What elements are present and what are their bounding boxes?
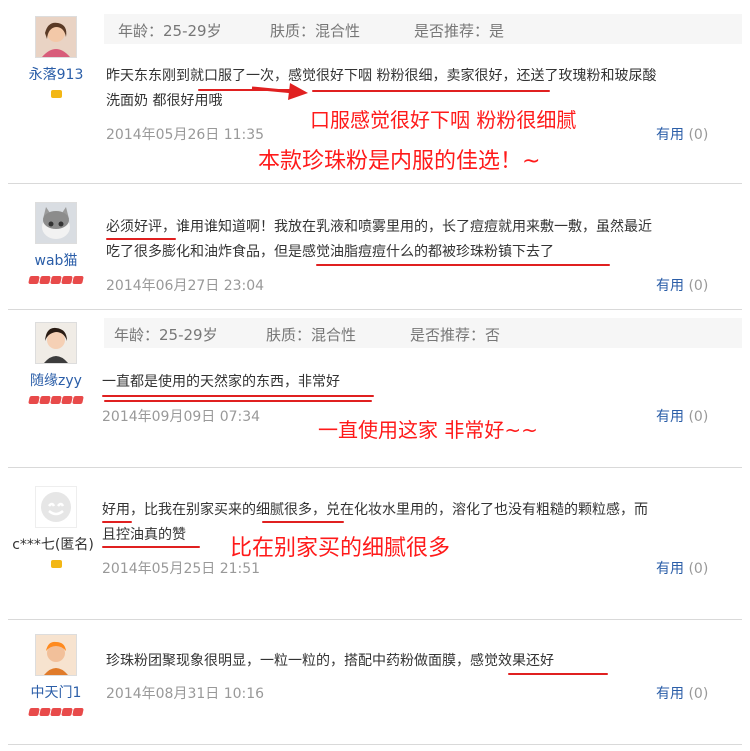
useful-label[interactable]: 有用 — [656, 409, 684, 425]
review-item: 年龄：25-29岁 肤质：混合性 是否推荐：否 随缘zyy 一直都是使用的天然家… — [0, 310, 750, 468]
useful-count: (0) — [688, 409, 709, 425]
username[interactable]: 随缘zyy — [8, 370, 104, 390]
useful-button[interactable]: 有用 (0) — [656, 275, 708, 295]
username[interactable]: c***七(匿名) — [2, 534, 104, 554]
useful-button[interactable]: 有用 (0) — [656, 124, 708, 144]
reviewer: 随缘zyy — [8, 322, 104, 404]
meta-recommend: 是否推荐：否 — [410, 326, 501, 344]
useful-count: (0) — [688, 278, 709, 294]
review-item: 中天门1 珍珠粉团聚现象很明显，一粒一粒的，搭配中药粉做面膜，感觉效果还好 20… — [0, 620, 750, 751]
review-text-line: 一直都是使用的天然家的东西，非常好 — [102, 374, 340, 390]
reviewer: wab猫 — [8, 202, 104, 284]
useful-label[interactable]: 有用 — [656, 278, 684, 294]
review-text-line: 必须好评，谁用谁知道啊！我放在乳液和喷雾里用的，长了痘痘就用来敷一敷，虽然最近 — [106, 219, 652, 235]
avatar[interactable] — [35, 486, 77, 528]
username[interactable]: 中天门1 — [8, 682, 104, 702]
review-date: 2014年05月26日 11:35 — [106, 127, 265, 143]
avatar[interactable] — [35, 202, 77, 244]
divider — [8, 744, 742, 745]
highlight-underline — [104, 400, 372, 402]
useful-label[interactable]: 有用 — [656, 561, 684, 577]
useful-count: (0) — [688, 561, 709, 577]
review-date: 2014年05月25日 21:51 — [102, 561, 261, 577]
level-badge — [8, 560, 104, 568]
review-text-line: 昨天东东刚到就口服了一次，感觉很好下咽 粉粉很细，卖家很好，还送了玫瑰粉和玻尿酸 — [106, 68, 657, 84]
highlight-underline — [102, 395, 374, 397]
meta-age: 年龄：25-29岁 — [114, 326, 218, 344]
useful-button[interactable]: 有用 (0) — [656, 406, 708, 426]
meta-skin: 肤质：混合性 — [270, 22, 361, 40]
level-badge — [8, 90, 104, 98]
highlight-underline — [508, 673, 608, 675]
review-item: wab猫 必须好评，谁用谁知道啊！我放在乳液和喷雾里用的，长了痘痘就用来敷一敷，… — [0, 184, 750, 310]
annotation-note: 口服感觉很好下咽 粉粉很细腻 — [310, 108, 577, 132]
review-date: 2014年06月27日 23:04 — [106, 278, 265, 294]
highlight-underline — [312, 90, 550, 92]
reviewer: 中天门1 — [8, 634, 104, 716]
review-item: c***七(匿名) 好用，比我在别家买来的细腻很多，兑在化妆水里用的，溶化了也没… — [0, 468, 750, 620]
useful-button[interactable]: 有用 (0) — [656, 683, 708, 703]
useful-count: (0) — [688, 127, 709, 143]
review-text: 必须好评，谁用谁知道啊！我放在乳液和喷雾里用的，长了痘痘就用来敷一敷，虽然最近 … — [106, 215, 726, 265]
review-date: 2014年09月09日 07:34 — [102, 409, 261, 425]
highlight-underline — [102, 521, 132, 523]
highlight-underline — [102, 546, 200, 548]
username[interactable]: wab猫 — [8, 250, 104, 270]
arrow-icon — [251, 83, 308, 100]
reviewer: 永落913 — [8, 16, 104, 98]
review-text-line: 珍珠粉团聚现象很明显，一粒一粒的，搭配中药粉做面膜，感觉效果还好 — [106, 653, 554, 669]
meta-recommend: 是否推荐：是 — [414, 22, 505, 40]
annotation-note: 一直使用这家 非常好~~ — [318, 418, 538, 442]
review-meta: 年龄：25-29岁 肤质：混合性 是否推荐：是 — [104, 14, 742, 44]
review-date: 2014年08月31日 10:16 — [106, 686, 265, 702]
review-item: 年龄：25-29岁 肤质：混合性 是否推荐：是 永落913 昨天东东刚到就口服了… — [0, 0, 750, 184]
meta-age: 年龄：25-29岁 — [118, 22, 222, 40]
avatar[interactable] — [35, 16, 77, 58]
useful-label[interactable]: 有用 — [656, 127, 684, 143]
reviewer: c***七(匿名) — [8, 486, 104, 568]
username[interactable]: 永落913 — [8, 64, 104, 84]
review-text: 珍珠粉团聚现象很明显，一粒一粒的，搭配中药粉做面膜，感觉效果还好 — [106, 649, 726, 674]
highlight-underline — [106, 238, 176, 240]
level-badge — [8, 276, 104, 284]
meta-skin: 肤质：混合性 — [266, 326, 357, 344]
review-meta: 年龄：25-29岁 肤质：混合性 是否推荐：否 — [104, 318, 742, 348]
annotation-note: 比在别家买的细腻很多 — [230, 536, 451, 561]
level-badge — [8, 396, 104, 404]
review-text-line: 好用，比我在别家买来的细腻很多，兑在化妆水里用的，溶化了也没有粗糙的颗粒感，而 — [102, 502, 648, 518]
useful-button[interactable]: 有用 (0) — [656, 558, 708, 578]
level-badge — [8, 708, 104, 716]
useful-label[interactable]: 有用 — [656, 686, 684, 702]
annotation-note: 本款珍珠粉是内服的佳选！~ — [258, 149, 541, 174]
highlight-underline — [316, 264, 610, 266]
avatar[interactable] — [35, 322, 77, 364]
useful-count: (0) — [688, 686, 709, 702]
review-text-line: 吃了很多膨化和油炸食品，但是感觉油脂痘痘什么的都被珍珠粉镇下去了 — [106, 244, 554, 260]
avatar[interactable] — [35, 634, 77, 676]
highlight-underline — [262, 521, 344, 523]
review-text: 一直都是使用的天然家的东西，非常好 — [102, 370, 722, 395]
